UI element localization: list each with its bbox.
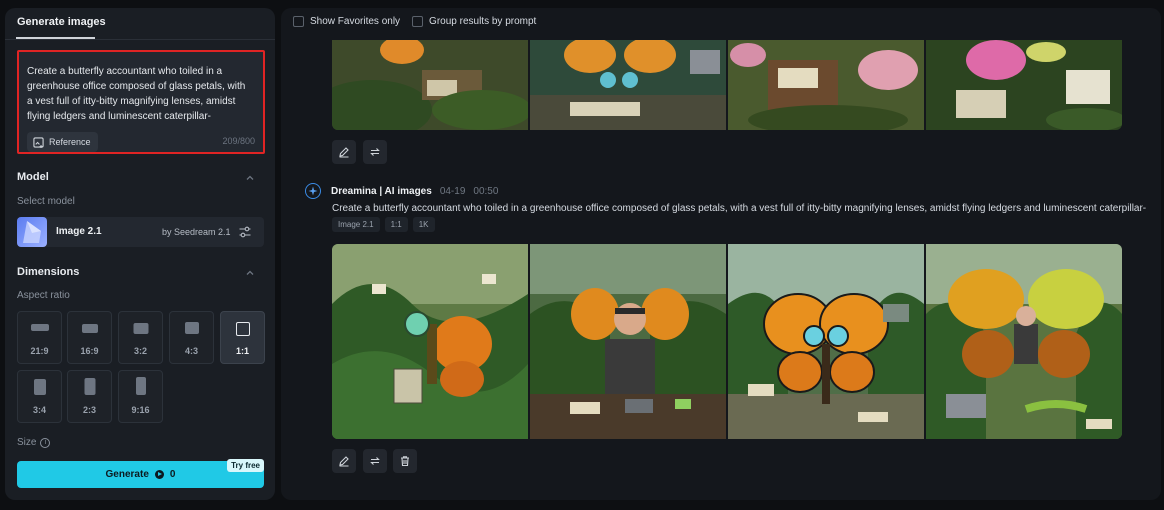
char-count: 209/800 xyxy=(222,136,255,146)
generated-image[interactable] xyxy=(926,244,1122,439)
generation-tags: Image 2.1 1:1 1K xyxy=(332,217,435,232)
prompt-text[interactable]: Create a butterfly accountant who toiled… xyxy=(27,64,247,122)
pencil-icon xyxy=(339,147,349,158)
tag-ratio: 1:1 xyxy=(384,217,408,232)
chevron-up-icon[interactable] xyxy=(245,268,255,278)
generated-image[interactable] xyxy=(530,40,726,130)
sliders-icon[interactable] xyxy=(238,225,252,239)
ratio-option-16-9[interactable]: 16:9 xyxy=(67,311,112,364)
model-provider: by Seedream 2.1 xyxy=(162,227,231,237)
generated-image[interactable] xyxy=(332,244,528,439)
model-section-title: Model xyxy=(17,171,49,183)
select-model-label: Select model xyxy=(17,196,75,207)
ratio-option-1-1[interactable]: 1:1 xyxy=(220,311,265,364)
dimensions-section-title: Dimensions xyxy=(17,266,80,278)
left-panel: Generate images Create a butterfly accou… xyxy=(5,8,275,500)
tag-model: Image 2.1 xyxy=(332,217,380,232)
reference-label: Reference xyxy=(49,137,91,147)
ratio-option-9-16[interactable]: 9:16 xyxy=(118,370,163,423)
credit-count: 0 xyxy=(169,469,176,480)
filter-row: Show Favorites only Group results by pro… xyxy=(293,16,536,27)
generated-image[interactable] xyxy=(530,244,726,439)
aspect-ratio-label: Aspect ratio xyxy=(17,290,70,301)
show-favorites-label: Show Favorites only xyxy=(310,16,401,27)
trash-icon xyxy=(401,456,409,467)
tag-resolution: 1K xyxy=(412,217,435,232)
generate-button[interactable]: Generate 0 Try free xyxy=(17,459,264,488)
refresh-icon xyxy=(370,457,380,465)
image-grid-current xyxy=(332,244,1122,439)
checkbox-box[interactable] xyxy=(412,16,424,27)
size-row: Size i xyxy=(17,437,51,448)
results-panel: Show Favorites only Group results by pro… xyxy=(281,8,1161,500)
ratio-option-2-3[interactable]: 2:3 xyxy=(67,370,112,423)
group-by-prompt-checkbox[interactable]: Group results by prompt xyxy=(412,16,536,27)
ratio-option-3-4[interactable]: 3:4 xyxy=(17,370,62,423)
edit-button[interactable] xyxy=(332,449,356,473)
tab-generate-images[interactable]: Generate images xyxy=(17,16,106,28)
checkbox-box[interactable] xyxy=(293,16,304,27)
ratio-option-21-9[interactable]: 21:9 xyxy=(17,311,62,364)
dreamina-avatar-icon xyxy=(305,183,321,199)
chevron-up-icon[interactable] xyxy=(245,173,255,183)
regenerate-button[interactable] xyxy=(363,140,387,164)
pencil-icon xyxy=(339,456,349,467)
tab-bar: Generate images xyxy=(5,8,275,40)
ratio-option-3-2[interactable]: 3:2 xyxy=(118,311,163,364)
image-reference-icon xyxy=(33,136,44,148)
generation-header: Dreamina | AI images 04-19 00:50 xyxy=(305,183,498,199)
info-icon[interactable]: i xyxy=(40,437,51,448)
generation-prompt[interactable]: Create a butterfly accountant who toiled… xyxy=(332,203,1161,214)
generate-label: Generate xyxy=(105,469,149,480)
group-by-prompt-label: Group results by prompt xyxy=(429,16,537,27)
generated-image[interactable] xyxy=(728,40,924,130)
generated-image[interactable] xyxy=(332,40,528,130)
regenerate-button[interactable] xyxy=(363,449,387,473)
image-grid-previous xyxy=(332,40,1122,130)
reference-button[interactable]: Reference xyxy=(27,132,98,152)
model-name: Image 2.1 xyxy=(56,226,102,237)
tab-underline xyxy=(16,37,95,39)
try-free-badge: Try free xyxy=(227,459,264,472)
generated-image[interactable] xyxy=(926,40,1122,130)
model-selector[interactable]: Image 2.1 by Seedream 2.1 xyxy=(17,217,264,247)
refresh-icon xyxy=(370,148,380,156)
generation-time: 00:50 xyxy=(473,185,499,197)
edit-button[interactable] xyxy=(332,140,356,164)
generation-source: Dreamina | AI images xyxy=(331,185,432,197)
generation-date: 04-19 xyxy=(439,185,466,197)
credit-icon xyxy=(154,470,164,479)
size-label: Size xyxy=(17,437,37,448)
delete-button[interactable] xyxy=(393,449,417,473)
show-favorites-checkbox[interactable]: Show Favorites only xyxy=(293,16,400,27)
model-thumbnail xyxy=(17,217,47,247)
prompt-textarea[interactable]: Create a butterfly accountant who toiled… xyxy=(17,50,265,154)
generated-image[interactable] xyxy=(728,244,924,439)
ratio-option-4-3[interactable]: 4:3 xyxy=(169,311,214,364)
